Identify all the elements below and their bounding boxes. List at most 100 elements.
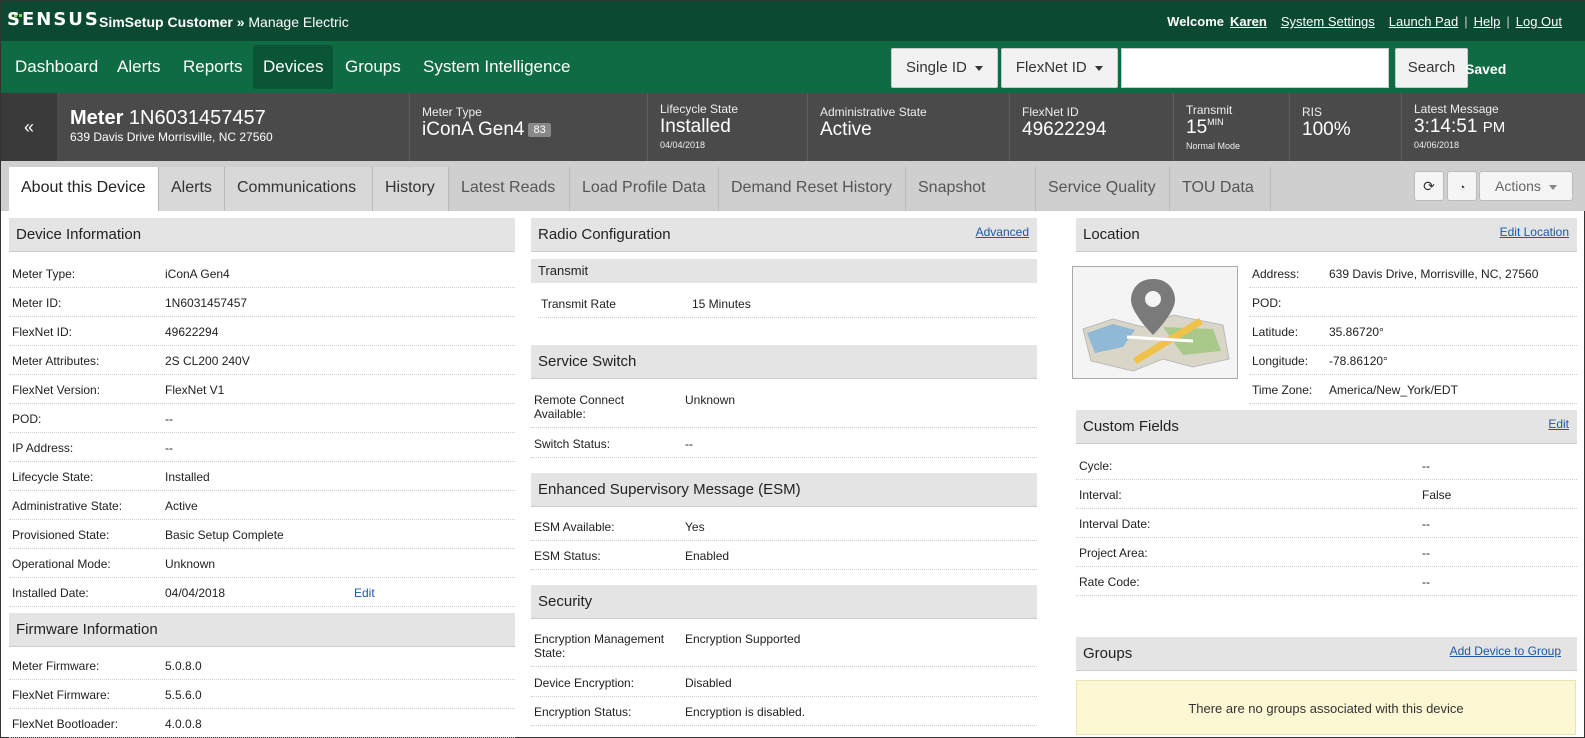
breadcrumb-customer[interactable]: SimSetup Customer <box>99 14 233 30</box>
security-title: Security <box>538 593 593 610</box>
refresh-button[interactable]: ⟳ <box>1414 171 1444 201</box>
field-label: POD: <box>1252 296 1282 310</box>
logout-link[interactable]: Log Out <box>1516 14 1562 29</box>
launch-pad-link[interactable]: Launch Pad <box>1389 14 1458 29</box>
tab-latest-reads[interactable]: Latest Reads <box>449 167 570 211</box>
search-button[interactable]: Search <box>1394 48 1469 88</box>
chevron-down-icon <box>1094 65 1103 71</box>
field-value: Installed <box>165 470 210 484</box>
tab-communications[interactable]: Communications <box>225 167 373 211</box>
lifecycle-label: Lifecycle State <box>660 102 739 116</box>
list-item: FlexNet Bootloader: 4.0.0.8 <box>9 709 515 738</box>
system-settings-link[interactable]: System Settings <box>1281 14 1375 29</box>
custom-fields-title: Custom Fields <box>1083 418 1179 435</box>
nav-system-intelligence[interactable]: System Intelligence <box>413 45 580 89</box>
user-link[interactable]: Karen <box>1230 14 1267 29</box>
field-value: 639 Davis Drive, Morrisville, NC, 27560 <box>1329 267 1539 281</box>
latest-message-time: 3:14:51 PM <box>1414 116 1585 138</box>
saved-searches[interactable]: Saved <box>1465 61 1506 77</box>
admin-state-cell: Administrative State Active <box>807 93 1009 161</box>
field-value: -- <box>1422 575 1430 589</box>
field-label: Project Area: <box>1079 546 1148 560</box>
help-link[interactable]: Help <box>1474 14 1501 29</box>
top-links: Welcome Karen System Settings Launch Pad… <box>1167 14 1562 29</box>
field-label: Operational Mode: <box>12 557 111 571</box>
collapse-button[interactable]: « <box>1 93 57 161</box>
list-item: FlexNet Firmware: 5.5.6.0 <box>9 680 515 709</box>
tab-about-device[interactable]: About this Device <box>9 167 159 211</box>
list-item: Rate Code: -- <box>1076 567 1577 596</box>
field-label: Time Zone: <box>1252 383 1313 397</box>
advanced-link[interactable]: Advanced <box>976 218 1029 246</box>
list-item: POD: <box>1249 288 1577 317</box>
esm-available-label: ESM Available: <box>534 520 615 534</box>
field-label: Meter Firmware: <box>12 659 100 673</box>
field-label: Meter ID: <box>12 296 62 310</box>
no-groups-message: There are no groups associated with this… <box>1076 680 1576 735</box>
field-label: Provisioned State: <box>12 528 110 542</box>
encryption-mgmt-row: Encryption Management State: Encryption … <box>531 624 1037 667</box>
field-label: Cycle: <box>1079 459 1113 473</box>
list-item: POD: -- <box>9 404 515 433</box>
meter-type-value: iConA Gen4 83 <box>422 119 647 141</box>
field-label: Meter Type: <box>12 267 76 281</box>
latest-ampm: PM <box>1482 119 1506 136</box>
ris-cell: RIS 100% <box>1289 93 1401 161</box>
add-device-to-group-link[interactable]: Add Device to Group <box>1450 637 1561 665</box>
edit-location-link[interactable]: Edit Location <box>1500 218 1569 246</box>
flexnet-id-label: FlexNet ID <box>1022 105 1079 119</box>
location-map-thumbnail[interactable] <box>1072 266 1238 379</box>
device-header: « Meter 1N6031457457 639 Davis Drive Mor… <box>1 93 1585 161</box>
latest-message-label: Latest Message <box>1414 102 1499 116</box>
field-label: Lifecycle State: <box>12 470 94 484</box>
field-value: -- <box>165 441 173 455</box>
esm-status-row: ESM Status: Enabled <box>531 541 1037 570</box>
nav-groups[interactable]: Groups <box>335 45 411 89</box>
field-label: FlexNet Firmware: <box>12 688 111 702</box>
nav-alerts[interactable]: Alerts <box>107 45 170 89</box>
field-label: Longitude: <box>1252 354 1309 368</box>
search-field-label: FlexNet ID <box>1015 59 1087 76</box>
tab-snapshot-data[interactable]: Snapshot Data <box>906 167 1036 238</box>
list-item: Meter Type: iConA Gen4 <box>9 259 515 288</box>
list-item: Installed Date: 04/04/2018 Edit <box>9 578 515 607</box>
list-item: Longitude: -78.86120° <box>1249 346 1577 375</box>
breadcrumb-section: Manage Electric <box>248 14 349 30</box>
transmit-label: Transmit <box>1186 103 1233 117</box>
tab-tou-data[interactable]: TOU Data <box>1170 167 1271 211</box>
meter-title: Meter 1N6031457457 <box>70 107 266 130</box>
nav-reports[interactable]: Reports <box>173 45 253 89</box>
list-item: Meter Attributes: 2S CL200 240V <box>9 346 515 375</box>
custom-fields-header: Custom Fields Edit <box>1076 410 1577 444</box>
tab-service-quality[interactable]: Service Quality <box>1036 167 1170 211</box>
service-switch-title: Service Switch <box>538 353 637 370</box>
search-input[interactable] <box>1120 48 1389 88</box>
lifecycle-value: Installed <box>660 116 731 137</box>
field-label: FlexNet ID: <box>12 325 73 339</box>
actions-label: Actions <box>1495 178 1541 194</box>
tab-load-profile-data[interactable]: Load Profile Data <box>570 167 719 211</box>
ris-label: RIS <box>1302 105 1323 119</box>
main-nav: Dashboard Alerts Reports Devices Groups … <box>1 41 1585 93</box>
search-mode-label: Single ID <box>906 59 967 76</box>
tab-demand-reset-history[interactable]: Demand Reset History <box>719 167 906 211</box>
actions-dropdown[interactable]: Actions <box>1479 171 1573 201</box>
admin-state-label: Administrative State <box>820 105 927 119</box>
flexnet-id-value: 49622294 <box>1022 119 1107 140</box>
refresh-icon: ⟳ <box>1423 178 1435 194</box>
search-mode-select[interactable]: Single ID <box>891 48 998 88</box>
nav-dashboard[interactable]: Dashboard <box>5 45 108 89</box>
list-item: Project Area: -- <box>1076 538 1577 567</box>
switch-status-value: -- <box>685 437 693 451</box>
location-title: Location <box>1083 226 1140 243</box>
tab-alerts[interactable]: Alerts <box>159 167 225 211</box>
field-value: Basic Setup Complete <box>165 528 284 542</box>
edit-link[interactable]: Edit <box>354 586 375 600</box>
rss-button[interactable]: ◔ <box>1447 171 1477 201</box>
groups-title: Groups <box>1083 645 1133 662</box>
nav-devices[interactable]: Devices <box>253 45 334 89</box>
tab-history[interactable]: History <box>373 167 449 211</box>
field-value: 35.86720° <box>1329 325 1384 339</box>
edit-custom-fields-link[interactable]: Edit <box>1548 410 1569 438</box>
search-field-select[interactable]: FlexNet ID <box>1000 48 1118 88</box>
